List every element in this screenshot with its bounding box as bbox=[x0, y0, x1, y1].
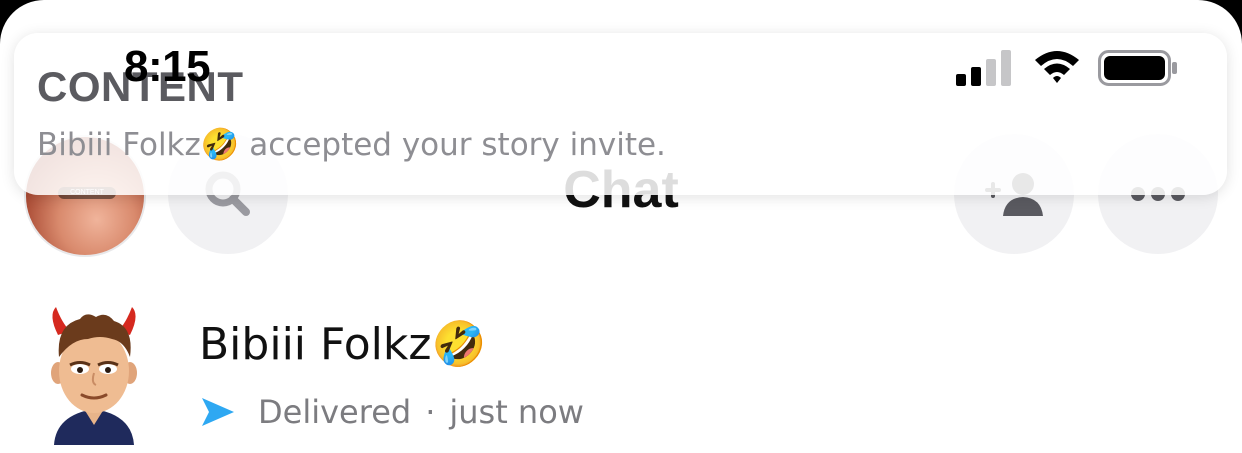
battery-icon bbox=[1098, 50, 1177, 86]
status-time: 8:15 bbox=[124, 42, 211, 91]
chat-contact-name: Bibiii Folkz🤣 bbox=[199, 319, 487, 370]
bitmoji-avatar bbox=[51, 307, 137, 445]
chat-status-line: Delivered · just now bbox=[200, 393, 584, 431]
notification-message: Bibiii Folkz🤣 accepted your story invite… bbox=[37, 127, 666, 163]
wifi-icon bbox=[1035, 51, 1079, 83]
chat-status-separator: · bbox=[425, 393, 436, 431]
delivered-arrow-icon bbox=[202, 398, 234, 426]
chat-status-text: Delivered bbox=[258, 393, 412, 431]
screen: 8:15 CONTENT Chat bbox=[0, 0, 1242, 453]
cellular-signal-icon bbox=[956, 50, 1011, 86]
chat-timestamp: just now bbox=[449, 393, 584, 431]
chat-list-item[interactable]: Bibiii Folkz🤣 Delivered · just now bbox=[0, 285, 1242, 453]
